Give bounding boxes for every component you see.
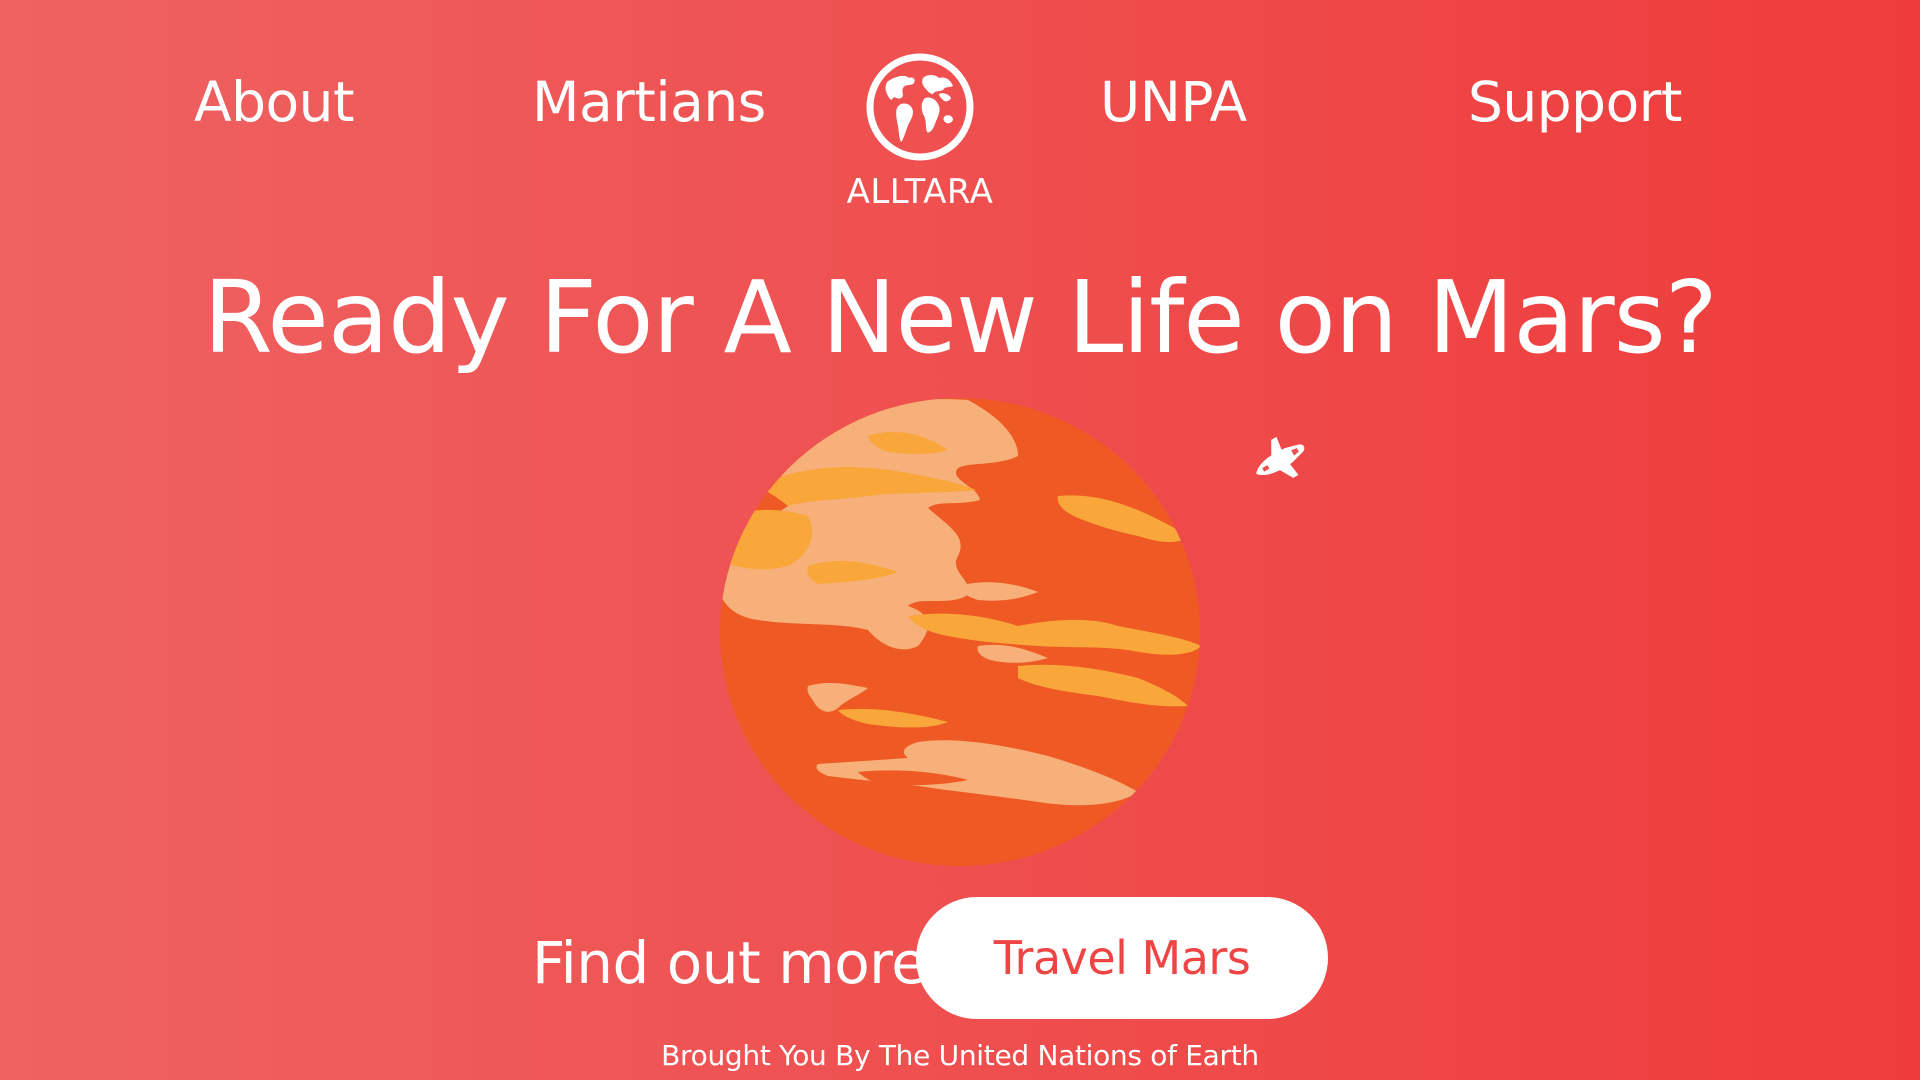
hero-headline: Ready For A New Life on Mars? xyxy=(203,259,1718,376)
travel-mars-button[interactable]: Travel Mars xyxy=(916,897,1328,1019)
nav-link-martians[interactable]: Martians xyxy=(532,66,766,138)
alltara-logo[interactable]: ALLTARA xyxy=(840,52,1000,220)
nav-link-support[interactable]: Support xyxy=(1468,66,1682,138)
globe-icon xyxy=(866,53,974,161)
logo-text: ALLTARA xyxy=(846,172,994,212)
nav-link-about[interactable]: About xyxy=(194,66,355,138)
mars-planet-illustration xyxy=(720,398,1200,866)
nav-link-unpa[interactable]: UNPA xyxy=(1100,66,1247,138)
footer-credit: Brought You By The United Nations of Ear… xyxy=(661,1039,1259,1072)
space-shuttle-icon xyxy=(1256,436,1305,478)
find-out-more-link[interactable]: Find out more xyxy=(532,928,927,998)
